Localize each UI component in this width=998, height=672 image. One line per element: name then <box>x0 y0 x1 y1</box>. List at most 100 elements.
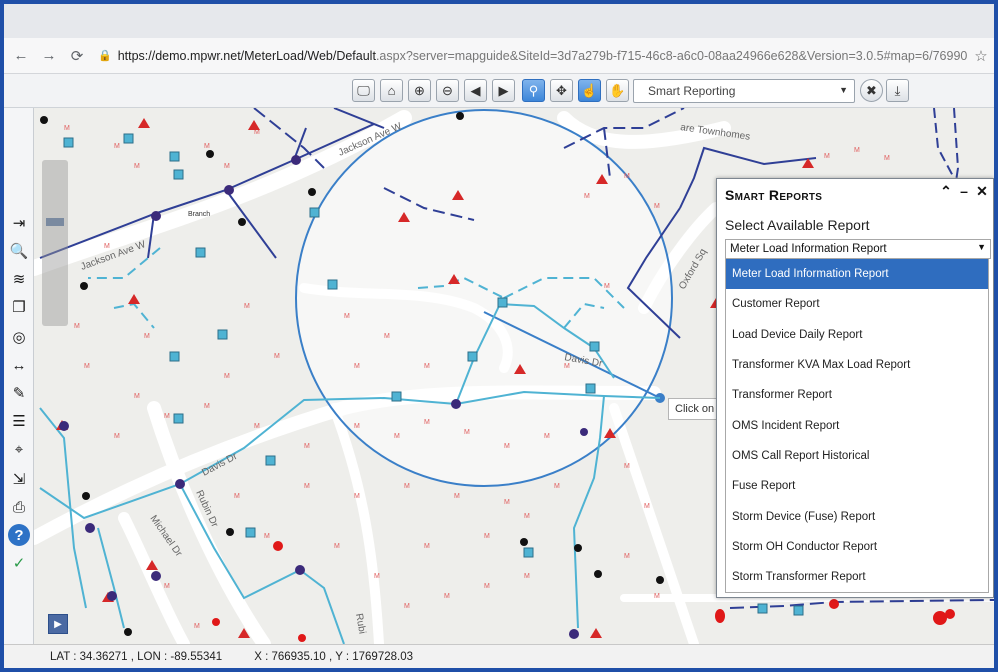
report-option[interactable]: OMS Call Report Historical <box>726 441 988 471</box>
url-host: https://demo.mpwr.net/MeterLoad/Web/Defa… <box>117 48 376 63</box>
previous-extent-icon[interactable]: ◀ <box>464 79 487 102</box>
close-icon[interactable]: ✕ <box>973 183 991 201</box>
svg-text:M: M <box>224 373 230 380</box>
report-option[interactable]: OMS Incident Report <box>726 410 988 440</box>
svg-text:M: M <box>624 173 630 180</box>
report-select-value: Meter Load Information Report <box>730 243 887 255</box>
svg-text:M: M <box>854 147 860 154</box>
copy-icon[interactable]: ❐ <box>8 296 30 318</box>
next-extent-icon[interactable]: ▶ <box>492 79 515 102</box>
back-arrow-icon[interactable]: ← <box>10 45 32 67</box>
svg-text:M: M <box>384 333 390 340</box>
identify-pin-icon[interactable]: ⚲ <box>522 79 545 102</box>
locate-icon[interactable]: ⌖ <box>8 438 30 460</box>
svg-text:M: M <box>504 499 510 506</box>
home-icon[interactable]: ⌂ <box>380 79 403 102</box>
svg-text:M: M <box>164 583 170 590</box>
bookmark-star-icon[interactable]: ☆ <box>968 47 994 65</box>
svg-text:M: M <box>114 143 120 150</box>
download-icon[interactable]: ⤓ <box>886 79 909 102</box>
svg-text:M: M <box>344 313 350 320</box>
report-option[interactable]: Storm OH Conductor Report <box>726 532 988 562</box>
pan-icon[interactable]: ✥ <box>550 79 573 102</box>
minimize-icon[interactable]: – <box>955 183 973 201</box>
svg-text:M: M <box>134 163 140 170</box>
svg-text:M: M <box>504 443 510 450</box>
map-options-button[interactable]: ▶ <box>48 614 68 634</box>
svg-text:M: M <box>624 553 630 560</box>
report-option[interactable]: Storm Transformer Report <box>726 562 988 592</box>
svg-text:M: M <box>64 125 70 132</box>
report-option[interactable]: Load Device Daily Report <box>726 320 988 350</box>
chevron-down-icon: ▼ <box>977 242 986 252</box>
svg-text:M: M <box>444 593 450 600</box>
clear-selection-icon[interactable]: ✋ <box>606 79 629 102</box>
svg-text:M: M <box>374 573 380 580</box>
panel-subtitle: Select Available Report <box>725 217 870 233</box>
target-icon[interactable]: ◎ <box>8 326 30 348</box>
street-label-rubi: Rubi <box>353 613 367 635</box>
map-canvas[interactable]: MMM MMM MMM MMM MMM MMM MMM MMM MMM MMM … <box>4 108 994 644</box>
report-option[interactable]: Customer Report <box>726 289 988 319</box>
zoom-slider-thumb[interactable] <box>46 218 64 226</box>
svg-text:M: M <box>274 353 280 360</box>
svg-text:M: M <box>584 193 590 200</box>
svg-text:M: M <box>524 573 530 580</box>
help-icon[interactable]: ? <box>8 524 30 546</box>
monitor-icon[interactable]: 🖵 <box>352 79 375 102</box>
list-icon[interactable]: ☰ <box>8 410 30 432</box>
report-option[interactable]: Storm Device (Fuse) Report <box>726 501 988 531</box>
forward-arrow-icon[interactable]: → <box>38 45 60 67</box>
measure-icon[interactable]: ↔ <box>8 354 30 376</box>
zoom-in-icon[interactable]: ⊕ <box>408 79 431 102</box>
report-option[interactable]: Transformer KVA Max Load Report <box>726 350 988 380</box>
sign-in-icon[interactable]: ⇥ <box>8 212 30 234</box>
browser-tab-strip <box>4 4 994 38</box>
layers-icon[interactable]: ≋ <box>8 268 30 290</box>
svg-text:M: M <box>484 533 490 540</box>
zoom-slider[interactable] <box>42 160 68 326</box>
pencil-icon[interactable]: ✎ <box>8 382 30 404</box>
svg-text:M: M <box>164 413 170 420</box>
zoom-out-icon[interactable]: ⊖ <box>436 79 459 102</box>
svg-text:M: M <box>484 583 490 590</box>
svg-text:M: M <box>524 513 530 520</box>
close-circle-icon[interactable]: ✖ <box>860 79 883 102</box>
svg-text:M: M <box>424 419 430 426</box>
svg-text:M: M <box>354 423 360 430</box>
print-icon[interactable]: ⎙ <box>8 496 30 518</box>
svg-text:M: M <box>404 603 410 610</box>
svg-text:M: M <box>244 303 250 310</box>
reload-icon[interactable]: ⟳ <box>66 45 88 67</box>
report-mode-select[interactable]: Smart Reporting ▼ <box>633 79 855 103</box>
svg-text:M: M <box>424 543 430 550</box>
report-mode-value: Smart Reporting <box>648 84 736 98</box>
export-map-icon[interactable]: ⇲ <box>8 468 30 490</box>
svg-text:M: M <box>824 153 830 160</box>
svg-text:M: M <box>114 433 120 440</box>
svg-text:M: M <box>334 543 340 550</box>
select-hand-icon[interactable]: ☝ <box>578 79 601 102</box>
report-select[interactable]: Meter Load Information Report ▼ <box>725 239 991 259</box>
trend-icon[interactable]: ✓ <box>8 552 30 574</box>
report-option[interactable]: Fuse Report <box>726 471 988 501</box>
svg-text:M: M <box>654 203 660 210</box>
search-icon[interactable]: 🔍 <box>8 240 30 262</box>
report-option-list: Meter Load Information Report Customer R… <box>725 259 989 593</box>
svg-text:M: M <box>304 483 310 490</box>
svg-text:M: M <box>404 483 410 490</box>
url-field[interactable]: 🔒 https://demo.mpwr.net/MeterLoad/Web/De… <box>98 43 968 69</box>
report-option[interactable]: Transformer Report <box>726 380 988 410</box>
status-bar: LAT : 34.36271 , LON : -89.55341 X : 766… <box>4 644 994 668</box>
url-path: .aspx?server=mapguide&SiteId=3d7a279b-f7… <box>375 48 968 63</box>
report-option[interactable]: Meter Load Information Report <box>726 259 988 290</box>
svg-text:M: M <box>654 593 660 600</box>
svg-text:M: M <box>254 129 260 136</box>
svg-text:M: M <box>204 403 210 410</box>
collapse-icon[interactable]: ⌃ <box>937 183 955 201</box>
chevron-down-icon: ▼ <box>839 85 848 95</box>
lock-icon: 🔒 <box>98 50 112 62</box>
browser-address-bar: ← → ⟳ 🔒 https://demo.mpwr.net/MeterLoad/… <box>4 38 994 74</box>
svg-text:M: M <box>84 363 90 370</box>
svg-text:M: M <box>194 623 200 630</box>
